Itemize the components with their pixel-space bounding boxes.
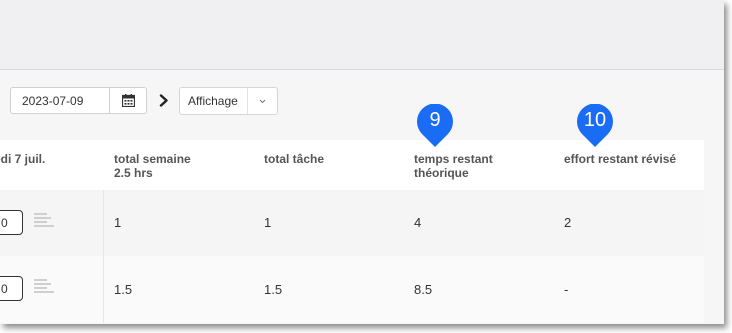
column-header-temps-restant: temps restant théorique bbox=[414, 152, 493, 180]
cell-temps-restant: 8.5 bbox=[414, 282, 433, 297]
cell-total-semaine: 1 bbox=[114, 215, 122, 230]
cell-total-tache: 1 bbox=[264, 215, 272, 230]
cell-temps-restant: 4 bbox=[414, 215, 422, 230]
notes-lines-icon[interactable] bbox=[34, 213, 54, 227]
next-week-button[interactable] bbox=[156, 91, 172, 109]
chevron-right-icon bbox=[159, 93, 168, 107]
cell-total-tache: 1.5 bbox=[264, 282, 283, 297]
date-input[interactable] bbox=[11, 88, 109, 113]
notes-lines-icon[interactable] bbox=[34, 279, 54, 293]
cell-effort-restant: - bbox=[564, 282, 569, 297]
column-header-effort-restant: effort restant révisé bbox=[564, 152, 677, 166]
table-row: 0 1 1 4 2 bbox=[0, 190, 704, 256]
calendar-button[interactable] bbox=[109, 88, 146, 113]
cell-effort-restant: 2 bbox=[564, 215, 572, 230]
toolbar: Affichage bbox=[0, 70, 724, 140]
callout-marker-label: 10 bbox=[583, 109, 607, 131]
callout-marker-9: 9 bbox=[415, 103, 455, 148]
calendar-icon bbox=[121, 94, 135, 107]
date-picker bbox=[10, 87, 147, 114]
app-window: Affichage edi 7 juil. total semaine 2.5 … bbox=[0, 0, 724, 324]
column-header-total-semaine: total semaine 2.5 hrs bbox=[114, 152, 191, 180]
day-hours-input[interactable]: 0 bbox=[0, 276, 23, 301]
column-divider bbox=[103, 190, 104, 256]
top-bar bbox=[0, 0, 724, 70]
callout-marker-10: 10 bbox=[575, 103, 615, 148]
column-divider bbox=[103, 256, 104, 323]
callout-marker-label: 9 bbox=[429, 109, 441, 131]
timesheet-table: edi 7 juil. total semaine 2.5 hrs total … bbox=[0, 140, 704, 323]
column-header-total-tache: total tâche bbox=[264, 152, 325, 166]
view-select[interactable]: Affichage bbox=[179, 87, 278, 115]
view-select-label: Affichage bbox=[180, 88, 248, 114]
chevron-down-icon bbox=[248, 88, 277, 114]
table-row: 0 1.5 1.5 8.5 - bbox=[0, 256, 704, 323]
day-hours-input[interactable]: 0 bbox=[0, 210, 23, 235]
column-header-day: edi 7 juil. bbox=[0, 152, 46, 166]
cell-total-semaine: 1.5 bbox=[114, 282, 133, 297]
